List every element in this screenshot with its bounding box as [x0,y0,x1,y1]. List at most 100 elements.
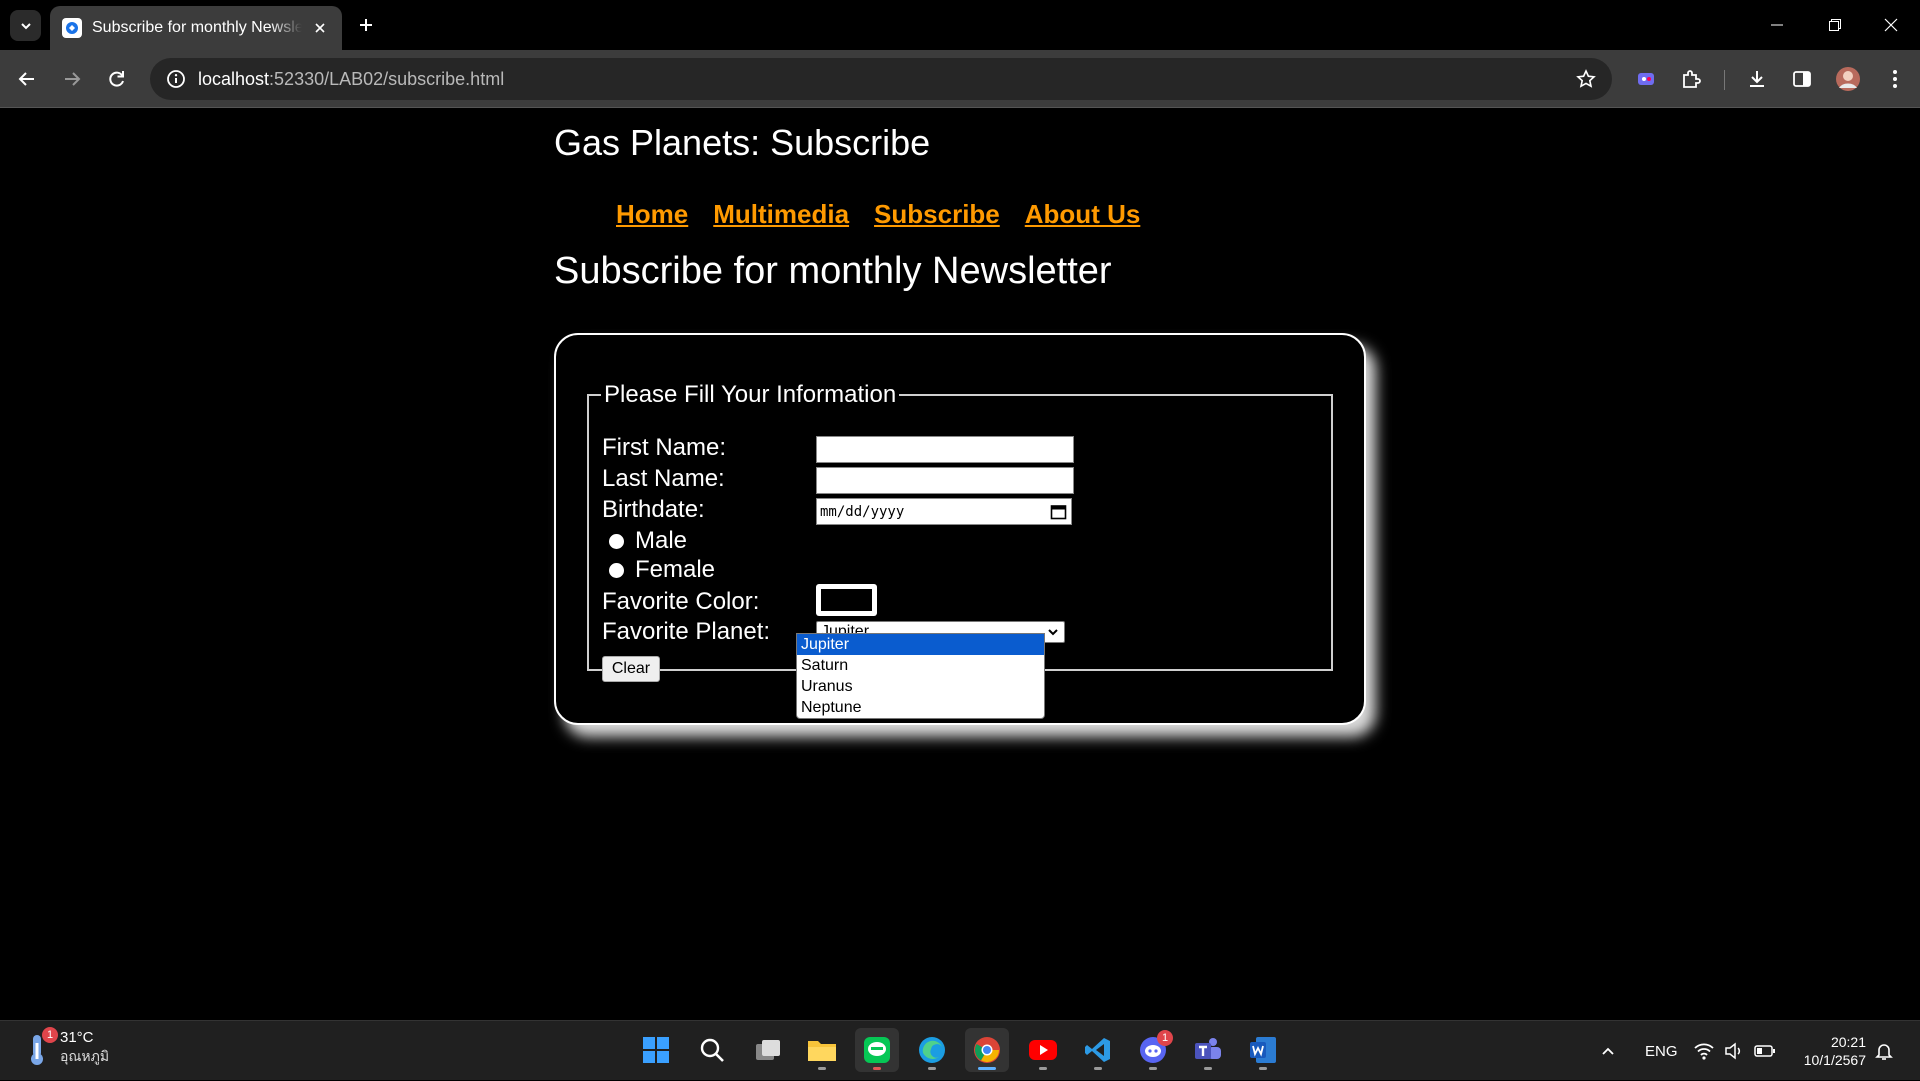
edge-app[interactable] [910,1028,954,1072]
vscode-app[interactable] [1076,1028,1120,1072]
nav-link-subscribe[interactable]: Subscribe [874,199,1000,230]
birthdate-label: Birthdate: [602,496,705,523]
main-nav: Home Multimedia Subscribe About Us [616,199,1140,230]
folder-icon [808,1041,836,1061]
restore-icon [1829,19,1841,31]
quick-settings[interactable] [1694,1021,1776,1081]
search-icon [700,1038,724,1062]
wifi-icon [1694,1043,1714,1060]
profile-avatar[interactable] [1833,64,1863,94]
discord-badge: 1 [1157,1030,1173,1046]
volume-icon [1725,1042,1741,1060]
close-tab-icon[interactable] [310,18,330,38]
nav-link-multimedia[interactable]: Multimedia [713,199,849,230]
address-bar[interactable]: localhost:52330/LAB02/subscribe.html [150,58,1612,100]
running-indicator [818,1067,826,1070]
minimize-button[interactable] [1748,0,1806,50]
favorite-color-picker[interactable] [816,584,877,616]
thermometer-icon: 1 [24,1026,58,1067]
chrome-app[interactable] [965,1028,1009,1072]
last-name-input[interactable] [816,467,1074,494]
first-name-input[interactable] [816,436,1074,463]
arrow-left-icon [18,72,34,86]
word-icon [1250,1037,1276,1063]
start-button[interactable] [634,1028,678,1072]
option-saturn[interactable]: Saturn [797,655,1044,676]
notifications-button[interactable] [1874,1021,1894,1081]
info-fieldset: Please Fill Your Information First Name:… [587,381,1333,682]
teams-icon [1195,1038,1221,1059]
chevron-down-icon [1048,629,1058,636]
site-info-icon[interactable] [164,67,188,91]
chevron-down-icon [20,22,31,29]
system-clock[interactable]: 20:21 10/1/2567 [1794,1033,1866,1069]
language-indicator[interactable]: ENG [1645,1021,1678,1081]
bookmark-star-icon[interactable] [1574,67,1598,91]
active-tab[interactable]: Subscribe for monthly Newsletter [50,6,342,50]
favorite-color-label: Favorite Color: [602,588,760,615]
teams-app[interactable] [1186,1028,1230,1072]
option-neptune[interactable]: Neptune [797,697,1044,718]
birthdate-input[interactable]: mm/dd/yyyy [816,498,1072,525]
task-view-icon [756,1040,780,1060]
planet-dropdown-list: Jupiter Saturn Uranus Neptune [796,633,1045,719]
side-panel-icon[interactable] [1787,64,1817,94]
option-jupiter[interactable]: Jupiter [797,634,1044,655]
line-app[interactable] [855,1028,899,1072]
female-label: Female [635,556,716,583]
running-indicator [978,1067,996,1070]
running-indicator [1204,1067,1212,1070]
url-host: localhost [198,68,270,89]
female-radio[interactable] [609,563,624,578]
clear-button[interactable]: Clear [602,656,660,682]
favicon-icon [62,18,82,38]
weather-temperature: 31°C [60,1029,94,1046]
option-uranus[interactable]: Uranus [797,676,1044,697]
reload-icon [109,71,124,87]
profile-extension-icon[interactable] [1631,64,1661,94]
show-hidden-icons[interactable] [1600,1021,1616,1081]
new-tab-button[interactable] [352,11,380,39]
windows-logo-icon [643,1037,669,1063]
weather-widget[interactable]: 1 31°C อุณหภูมิ [24,1026,110,1068]
weather-badge: 1 [42,1026,58,1043]
site-title: Gas Planets: Subscribe [554,122,931,163]
youtube-icon [1029,1040,1057,1060]
forward-button[interactable] [55,62,89,96]
page-heading: Subscribe for monthly Newsletter [554,250,1112,292]
file-explorer-app[interactable] [800,1028,844,1072]
search-button[interactable] [690,1028,734,1072]
more-menu-icon[interactable] [1880,64,1910,94]
calendar-icon[interactable] [1050,503,1067,520]
extensions-puzzle-icon[interactable] [1676,64,1706,94]
nav-link-home[interactable]: Home [616,199,688,230]
nav-link-about-us[interactable]: About Us [1025,199,1141,230]
restore-button[interactable] [1806,0,1864,50]
windows-taskbar: 1 31°C อุณหภูมิ 1 ENG 20:21 10/1/2567 [0,1020,1920,1080]
back-button[interactable] [10,62,44,96]
color-swatch [821,589,872,611]
word-app[interactable] [1241,1028,1285,1072]
toolbar-divider [1724,70,1725,90]
close-window-button[interactable] [1862,0,1920,50]
weather-description: อุณหภูมิ [60,1048,110,1064]
notification-bell-icon [1875,1044,1893,1060]
favorite-planet-label: Favorite Planet: [602,618,771,645]
running-indicator [873,1067,881,1070]
minimize-icon [1771,24,1783,26]
first-name-label: First Name: [602,434,727,461]
youtube-app[interactable] [1021,1028,1065,1072]
running-indicator [1149,1067,1157,1070]
running-indicator [1039,1067,1047,1070]
male-radio[interactable] [609,534,624,549]
plus-icon [360,19,372,31]
chevron-up-icon [1602,1047,1614,1055]
discord-app[interactable]: 1 [1131,1028,1175,1072]
download-icon[interactable] [1742,64,1772,94]
running-indicator [928,1067,936,1070]
fieldset-legend: Please Fill Your Information [604,381,897,408]
task-view-button[interactable] [746,1028,790,1072]
clock-time: 20:21 [1830,1034,1866,1050]
reload-button[interactable] [100,62,134,96]
tab-search-button[interactable] [10,10,41,41]
